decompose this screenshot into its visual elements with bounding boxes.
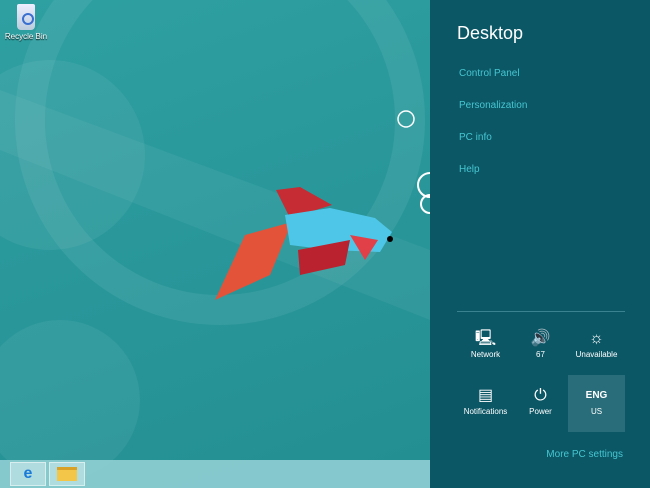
desktop: Recycle Bin e <box>0 0 430 488</box>
recycle-bin-label: Recycle Bin <box>4 32 48 41</box>
control-panel-link[interactable]: Control Panel <box>459 68 520 79</box>
more-pc-settings-link[interactable]: More PC settings <box>546 449 623 460</box>
help-link[interactable]: Help <box>459 164 480 175</box>
personalization-link[interactable]: Personalization <box>459 100 527 111</box>
keyboard-language-tile[interactable]: ENG US <box>568 375 625 432</box>
power-tile[interactable]: ⏻ Power <box>512 375 569 432</box>
notifications-icon: ▤ <box>477 387 494 404</box>
settings-charm: Desktop Control Panel Personalization PC… <box>430 0 650 488</box>
network-icon: 🖳 <box>474 330 497 347</box>
tile-label: Network <box>470 350 501 359</box>
volume-tile[interactable]: 🔊 67 <box>512 318 569 375</box>
tile-label: Notifications <box>463 407 508 416</box>
tile-label: Unavailable <box>575 350 618 359</box>
power-icon: ⏻ <box>534 387 547 404</box>
file-explorer-icon[interactable] <box>49 462 85 486</box>
pc-info-link[interactable]: PC info <box>459 132 492 143</box>
internet-explorer-icon[interactable]: e <box>10 462 46 486</box>
tile-label: 67 <box>536 350 545 359</box>
divider <box>457 311 625 312</box>
wallpaper <box>0 0 430 480</box>
brightness-icon: ☼ <box>589 330 604 347</box>
recycle-bin-icon[interactable]: Recycle Bin <box>4 4 48 41</box>
brightness-tile[interactable]: ☼ Unavailable <box>568 318 625 375</box>
volume-icon: 🔊 <box>530 330 551 347</box>
tile-label: Power <box>529 407 552 416</box>
language-code: ENG <box>585 390 608 401</box>
taskbar: e <box>0 460 430 488</box>
notifications-tile[interactable]: ▤ Notifications <box>457 375 514 432</box>
tile-label: US <box>590 407 603 416</box>
network-tile[interactable]: 🖳 Network <box>457 318 514 375</box>
charm-title: Desktop <box>457 23 524 43</box>
